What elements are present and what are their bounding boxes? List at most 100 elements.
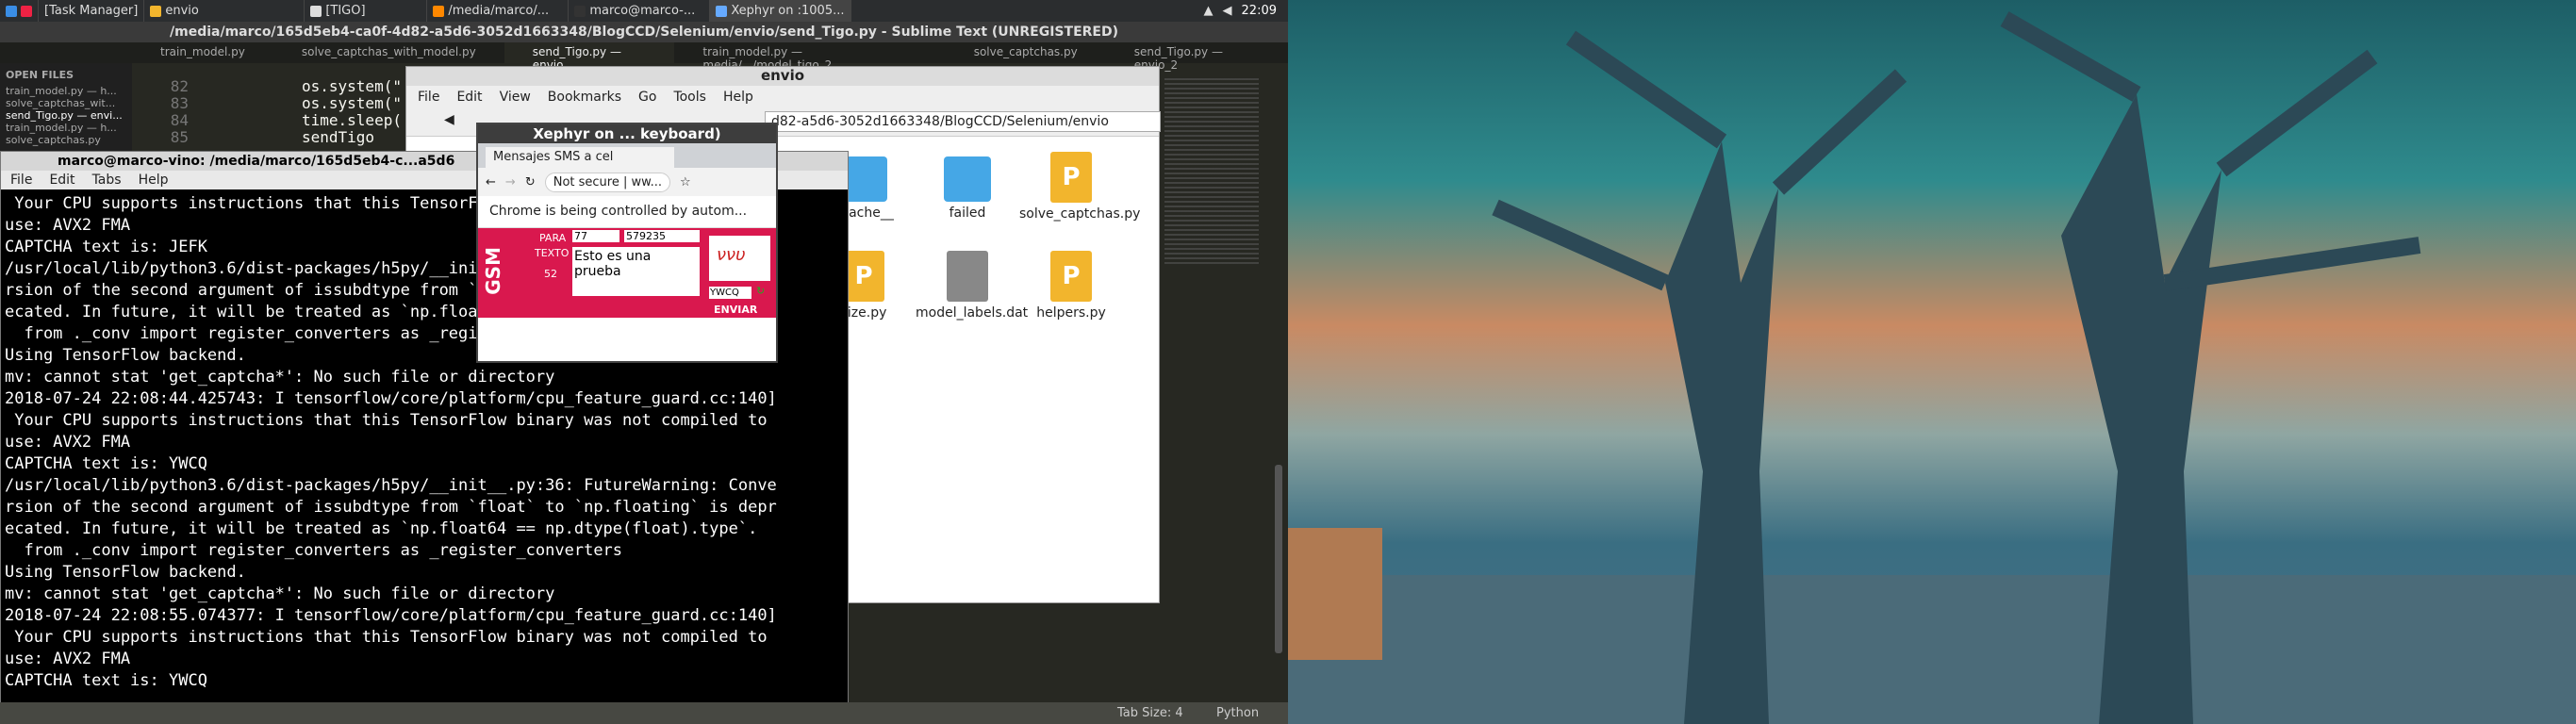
menu-help[interactable]: Help: [139, 173, 169, 188]
file-item[interactable]: Phelpers.py: [1019, 251, 1123, 321]
taskbar-item-envio[interactable]: envio: [144, 0, 305, 22]
terminal-line: CAPTCHA text is: YWCQ: [5, 454, 207, 473]
tab[interactable]: send_Tigo.py — envio: [504, 42, 675, 72]
taskbar-item-sublime[interactable]: /media/marco/...: [427, 0, 570, 22]
window-title: Xephyr on ... keyboard): [478, 124, 776, 143]
menu-icon[interactable]: [0, 0, 39, 22]
tab[interactable]: send_Tigo.py — envio_2: [1106, 42, 1288, 72]
tab[interactable]: solve_captchas.py: [946, 42, 1106, 63]
file-item[interactable]: failed: [916, 156, 1019, 221]
file-name: helpers.py: [1036, 305, 1106, 321]
star-icon[interactable]: ☆: [680, 175, 691, 189]
message-textarea[interactable]: Esto es una prueba: [572, 247, 700, 296]
sms-form: GSM PARA 77 579235 TEXTO 52 Esto es una …: [478, 228, 776, 318]
chrome-tab-bar: Mensajes SMS a cel: [478, 143, 776, 168]
window-icon: [716, 5, 728, 17]
char-count: 52: [544, 268, 557, 280]
menu-view[interactable]: View: [500, 90, 531, 105]
window-title: envio: [406, 67, 1159, 86]
refresh-captcha-icon[interactable]: ↻: [756, 285, 765, 297]
taskbar-item-task-manager[interactable]: [Task Manager]: [39, 0, 145, 22]
file-item[interactable]: model_labels.dat: [916, 251, 1028, 321]
tab-bar: train_model.py solve_captchas_with_model…: [0, 42, 1288, 72]
building: [1288, 528, 1382, 660]
terminal-line: rsion of the second argument of issubdty…: [5, 498, 777, 517]
taskbar-item-label: /media/marco/...: [448, 4, 550, 18]
sidebar-file[interactable]: solve_captchas.py: [6, 134, 126, 146]
tab-label: Mensajes SMS a cel: [493, 150, 614, 164]
file-name: solve_captchas.py: [1019, 206, 1141, 222]
reload-icon[interactable]: ↻: [525, 175, 536, 189]
tab[interactable]: solve_captchas_with_model.py: [273, 42, 504, 63]
tab-label: solve_captchas.py: [973, 45, 1078, 58]
sidebar-file[interactable]: send_Tigo.py — envi...: [6, 109, 126, 122]
tree-painting: [1288, 11, 2576, 724]
terminal-line: 2018-07-24 22:08:55.074377: I tensorflow…: [5, 606, 777, 625]
location-bar[interactable]: d82-a5d6-3052d1663348/BlogCCD/Selenium/e…: [765, 111, 1161, 132]
menu-file[interactable]: File: [418, 90, 439, 105]
minimap[interactable]: [1164, 78, 1259, 267]
back-icon[interactable]: ◀: [444, 112, 454, 127]
menu-edit[interactable]: Edit: [49, 173, 74, 188]
terminal-line: 2018-07-24 22:08:44.425743: I tensorflow…: [5, 389, 777, 408]
menu-tabs[interactable]: Tabs: [92, 173, 122, 188]
terminal-line: CAPTCHA text is: YWCQ: [5, 671, 207, 690]
scrollbar[interactable]: [1275, 465, 1282, 653]
code-line: sendTigo: [302, 128, 375, 146]
wifi-icon[interactable]: ▲: [1204, 4, 1214, 18]
menu-file[interactable]: File: [10, 173, 32, 188]
url: ww...: [631, 174, 662, 189]
clock: 22:09: [1241, 4, 1277, 18]
browser-tab[interactable]: Mensajes SMS a cel: [486, 147, 674, 168]
taskbar-item-tigo[interactable]: [TIGO]: [305, 0, 428, 22]
sidebar-file[interactable]: solve_captchas_wit...: [6, 97, 126, 109]
number-input[interactable]: 579235: [624, 230, 700, 242]
tab-label: solve_captchas_with_model.py: [301, 45, 476, 58]
code-line: os.system(": [302, 94, 402, 112]
terminal-line: use: AVX2 FMA: [5, 650, 131, 668]
menu-help[interactable]: Help: [723, 90, 753, 105]
volume-icon[interactable]: ◀: [1223, 4, 1232, 18]
terminal-line: mv: cannot stat 'get_captcha*': No such …: [5, 584, 555, 603]
menu-tools[interactable]: Tools: [673, 90, 706, 105]
menu-edit[interactable]: Edit: [456, 90, 482, 105]
menu-go[interactable]: Go: [638, 90, 656, 105]
menu-bookmarks[interactable]: Bookmarks: [548, 90, 621, 105]
chrome-icon: [310, 5, 322, 17]
send-button[interactable]: ENVIAR: [714, 304, 757, 316]
taskbar-item-terminal[interactable]: marco@marco-...: [569, 0, 711, 22]
terminal-line: use: AVX2 FMA: [5, 433, 131, 452]
terminal-line: from ._conv import register_converters a…: [5, 541, 623, 560]
code-line: time.sleep(: [302, 111, 402, 129]
taskbar-item-label: [Task Manager]: [44, 4, 139, 18]
sidebar-file[interactable]: train_model.py — h...: [6, 85, 126, 97]
code-editor[interactable]: 82 os.system(" 83 os.system(" 84 time.sleep…: [132, 78, 415, 146]
terminal-line: /usr/local/lib/python3.6/dist-packages/h…: [5, 476, 777, 495]
address-bar: ← → ↻ Not secure | ww... ☆: [478, 168, 776, 196]
sidebar-file[interactable]: train_model.py — h...: [6, 122, 126, 134]
terminal-line: ecated. In future, it will be treated as…: [5, 519, 758, 538]
taskbar-item-label: envio: [165, 4, 199, 18]
back-icon[interactable]: ←: [486, 175, 496, 189]
gsm-logo: GSM: [482, 247, 504, 295]
line-number: 82: [170, 77, 189, 95]
tab[interactable]: train_model.py — media/.../model_tigo_2: [674, 42, 945, 72]
omnibox[interactable]: Not secure | ww...: [544, 172, 670, 192]
terminal-icon: [574, 5, 586, 17]
prefix-select[interactable]: 77: [572, 230, 619, 242]
tab-label: train_model.py: [160, 45, 245, 58]
terminal-line: Using TensorFlow backend.: [5, 563, 246, 582]
taskbar-item-xephyr[interactable]: Xephyr on :1005...: [710, 0, 852, 22]
file-item[interactable]: Psolve_captchas.py: [1019, 152, 1140, 222]
sublime-icon: [433, 5, 445, 17]
captcha-input[interactable]: YWCQ: [709, 287, 751, 299]
texto-label: TEXTO: [535, 247, 570, 259]
tab-size[interactable]: Tab Size: 4: [1117, 706, 1183, 720]
taskbar-item-label: Xephyr on :1005...: [731, 4, 845, 18]
captcha-image: ννυ: [709, 236, 770, 281]
python-file-icon: P: [843, 251, 884, 302]
desktop-wallpaper: [1288, 0, 2576, 724]
tab[interactable]: train_model.py: [132, 42, 273, 63]
syntax-language[interactable]: Python: [1216, 706, 1259, 720]
forward-icon[interactable]: →: [505, 175, 516, 189]
